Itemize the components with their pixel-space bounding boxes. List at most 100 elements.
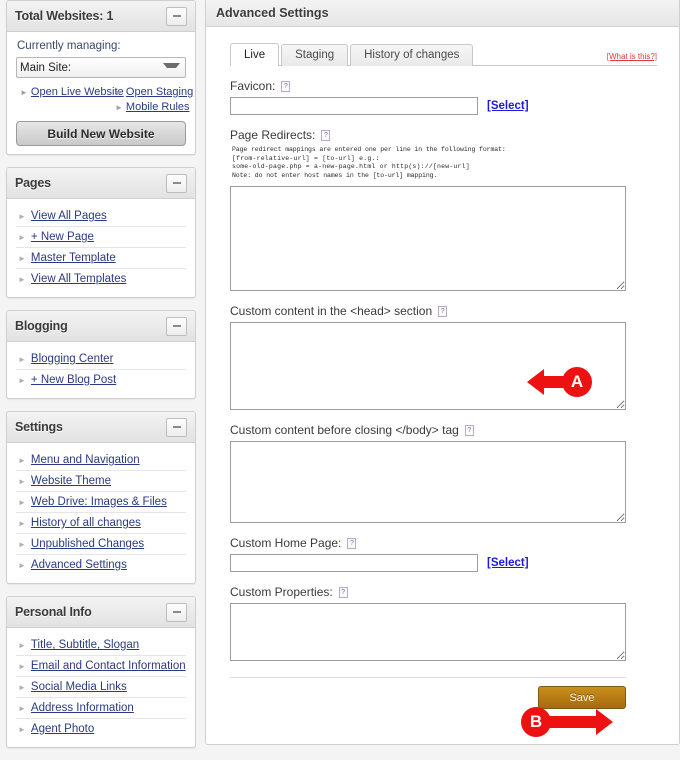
- collapse-icon-settings[interactable]: [166, 417, 187, 437]
- bullet-icon: ►: [18, 456, 26, 465]
- favicon-input[interactable]: [230, 97, 478, 115]
- bullet-icon: ►: [115, 103, 123, 112]
- link-open-staging[interactable]: ► Open Staging: [115, 85, 193, 100]
- site-select[interactable]: Main Site:: [16, 57, 186, 78]
- sidebar-item-website-theme[interactable]: ► Website Theme: [16, 471, 186, 492]
- tab-history-of-changes[interactable]: History of changes: [350, 44, 474, 66]
- app-root: Total Websites: 1 Currently managing: Ma…: [0, 0, 680, 760]
- page-redirects-hint-line-3: some-old-page.php = a-new-page.html or h…: [232, 163, 470, 171]
- sidebar-item-view-all-pages[interactable]: ► View All Pages: [16, 206, 186, 227]
- tab-bar: Live Staging History of changes [What is…: [230, 41, 657, 66]
- bullet-icon: ►: [18, 477, 26, 486]
- help-icon-custom-head[interactable]: ?: [438, 305, 448, 317]
- sidebar-item-new-blog-post[interactable]: ► + New Blog Post: [16, 370, 186, 390]
- link-open-live-website[interactable]: ► Open Live Website: [20, 85, 124, 100]
- link-mobile-rules[interactable]: ► Mobile Rules: [115, 100, 190, 115]
- bullet-icon: ►: [18, 498, 26, 507]
- sidebar-item-new-page[interactable]: ► + New Page: [16, 227, 186, 248]
- help-icon-custom-body[interactable]: ?: [464, 424, 474, 436]
- sidebar-item-label: Email and Contact Information: [30, 660, 186, 672]
- sidebar-item-label: Agent Photo: [30, 723, 95, 735]
- main-header: Advanced Settings: [206, 0, 679, 27]
- sidebar-item-web-drive[interactable]: ► Web Drive: Images & Files: [16, 492, 186, 513]
- panel-pages: Pages ► View All Pages ► + New Page ► Maste…: [6, 167, 196, 298]
- sidebar-item-address-information[interactable]: ► Address Information: [16, 698, 186, 719]
- collapse-icon-personal-info[interactable]: [166, 602, 187, 622]
- custom-home-page-label-row: Custom Home Page: ?: [230, 536, 657, 550]
- panel-body-total-websites: Currently managing: Main Site: ► Open Liv…: [7, 32, 195, 154]
- favicon-select-link[interactable]: [Select]: [487, 100, 529, 112]
- sidebar-item-label: Advanced Settings: [30, 559, 127, 571]
- page-redirects-hint-line-2: [from-relative-url] = [to-url] e.g.:: [232, 154, 380, 162]
- custom-head-label: Custom content in the <head> section: [230, 304, 433, 319]
- panel-body-pages: ► View All Pages ► + New Page ► Master Temp…: [7, 199, 195, 297]
- help-icon-page-redirects[interactable]: ?: [321, 129, 331, 141]
- sidebar-item-advanced-settings[interactable]: ► Advanced Settings: [16, 555, 186, 575]
- panel-personal-info: Personal Info ► Title, Subtitle, Slogan ►…: [6, 596, 196, 748]
- sidebar-item-social-media-links[interactable]: ► Social Media Links: [16, 677, 186, 698]
- sidebar-item-label: Address Information: [30, 702, 134, 714]
- custom-properties-textarea[interactable]: [230, 603, 626, 662]
- bullet-icon: ►: [18, 704, 26, 713]
- sidebar-item-label: Master Template: [30, 252, 116, 264]
- sidebar-item-view-all-templates[interactable]: ► View All Templates: [16, 269, 186, 289]
- help-icon-favicon[interactable]: ?: [281, 80, 291, 92]
- save-row: Save: [230, 678, 626, 710]
- favicon-label-row: Favicon: ?: [230, 79, 657, 93]
- save-button[interactable]: Save: [538, 686, 626, 710]
- sidebar-item-title-subtitle-slogan[interactable]: ► Title, Subtitle, Slogan: [16, 635, 186, 656]
- bullet-icon: ►: [18, 641, 26, 650]
- sidebar-item-label: Social Media Links: [30, 681, 127, 693]
- custom-head-textarea[interactable]: [230, 322, 626, 411]
- sidebar-item-menu-and-navigation[interactable]: ► Menu and Navigation: [16, 450, 186, 471]
- sidebar-item-label: View All Templates: [30, 273, 127, 285]
- bullet-icon: ►: [18, 212, 26, 221]
- bullet-icon: ►: [18, 662, 26, 671]
- bullet-icon: ►: [18, 561, 26, 570]
- panel-body-settings: ► Menu and Navigation ► Website Theme ► Web…: [7, 443, 195, 583]
- page-redirects-hint: Page redirect mappings are entered one p…: [232, 146, 657, 180]
- help-icon-custom-properties[interactable]: ?: [338, 586, 348, 598]
- custom-body-textarea[interactable]: [230, 441, 626, 524]
- main-content: Advanced Settings Live Staging History o…: [205, 0, 680, 745]
- bullet-icon: ►: [20, 88, 28, 97]
- help-icon-custom-home-page[interactable]: ?: [347, 537, 357, 549]
- panel-title-total-websites: Total Websites: 1: [15, 9, 114, 23]
- page-redirects-textarea[interactable]: [230, 186, 626, 292]
- custom-body-label: Custom content before closing </body> ta…: [230, 423, 459, 438]
- what-is-this-link[interactable]: [What is this?]: [607, 52, 657, 61]
- sidebar-item-unpublished-changes[interactable]: ► Unpublished Changes: [16, 534, 186, 555]
- panel-settings: Settings ► Menu and Navigation ► Website T…: [6, 411, 196, 584]
- collapse-icon-blogging[interactable]: [166, 316, 187, 336]
- site-select-wrap: Main Site:: [16, 57, 186, 78]
- custom-home-page-input[interactable]: [230, 554, 478, 573]
- panel-header-blogging: Blogging: [7, 311, 195, 342]
- bullet-icon: ►: [18, 683, 26, 692]
- tab-live[interactable]: Live: [230, 43, 280, 66]
- custom-home-page-label: Custom Home Page:: [230, 536, 342, 551]
- panel-title-personal-info: Personal Info: [15, 605, 92, 619]
- bullet-icon: ►: [18, 376, 26, 385]
- custom-head-label-row: Custom content in the <head> section ?: [230, 304, 657, 318]
- main-body: Live Staging History of changes [What is…: [206, 27, 679, 710]
- favicon-label: Favicon:: [230, 79, 276, 93]
- sidebar: Total Websites: 1 Currently managing: Ma…: [0, 0, 200, 760]
- custom-properties-label-row: Custom Properties: ?: [230, 585, 657, 599]
- link-mobile-rules-label: Mobile Rules: [125, 101, 190, 113]
- sidebar-item-history-of-all-changes[interactable]: ► History of all changes: [16, 513, 186, 534]
- sidebar-item-master-template[interactable]: ► Master Template: [16, 248, 186, 269]
- link-open-staging-label: Open Staging: [125, 86, 194, 98]
- sidebar-item-blogging-center[interactable]: ► Blogging Center: [16, 349, 186, 370]
- collapse-icon-total-websites[interactable]: [166, 6, 187, 26]
- bullet-icon: ►: [18, 540, 26, 549]
- sidebar-item-email-and-contact[interactable]: ► Email and Contact Information: [16, 656, 186, 677]
- collapse-icon-pages[interactable]: [166, 173, 187, 193]
- bullet-icon: ►: [18, 355, 26, 364]
- sidebar-item-agent-photo[interactable]: ► Agent Photo: [16, 719, 186, 739]
- panel-title-pages: Pages: [15, 176, 51, 190]
- panel-header-total-websites: Total Websites: 1: [7, 1, 195, 32]
- nav-list-settings: ► Menu and Navigation ► Website Theme ► Web…: [16, 450, 186, 575]
- tab-staging[interactable]: Staging: [281, 44, 349, 66]
- build-new-website-button[interactable]: Build New Website: [16, 121, 186, 146]
- custom-home-page-select-link[interactable]: [Select]: [487, 557, 529, 569]
